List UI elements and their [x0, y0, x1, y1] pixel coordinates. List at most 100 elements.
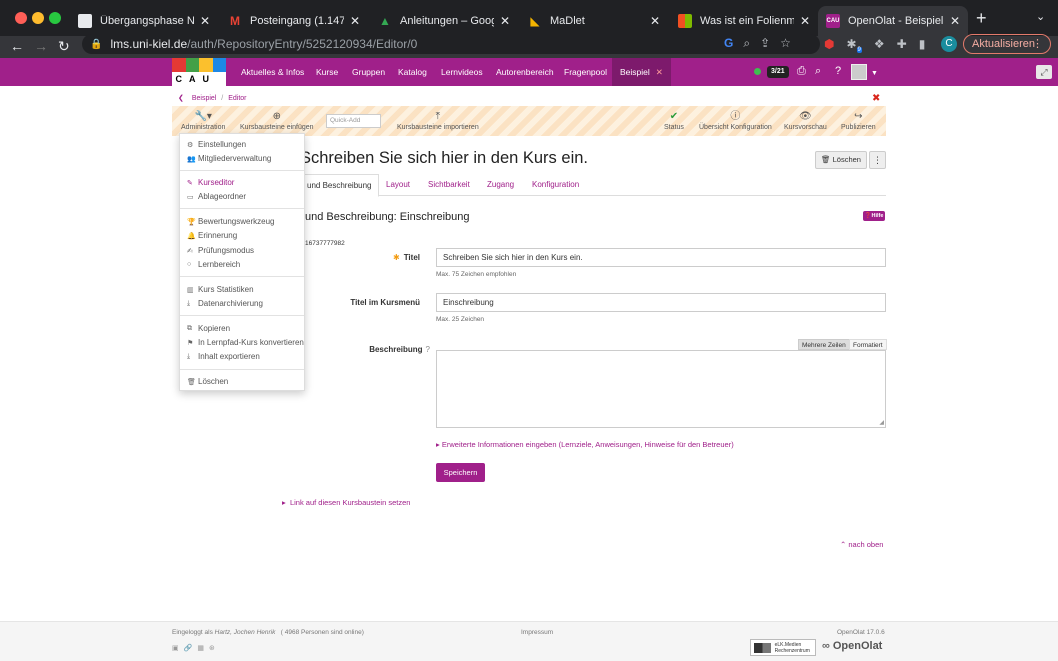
mode-formatted-button[interactable]: Formatiert	[849, 339, 887, 350]
fullscreen-icon[interactable]: ⤢	[1036, 65, 1052, 79]
forward-icon[interactable]: →	[34, 37, 48, 55]
browser-tab[interactable]: Was ist ein Folienmaster ✕	[670, 6, 818, 36]
save-button[interactable]: Speichern	[436, 463, 485, 482]
accessibility-icon[interactable]: ⊛	[209, 644, 215, 652]
extension-shield-icon[interactable]: ⬢	[824, 37, 834, 53]
browser-tab[interactable]: Übergangsphase Novem ✕	[70, 6, 218, 36]
overview-config-button[interactable]: ⓘ Übersicht Konfiguration	[699, 106, 772, 136]
menu-item-erinnerung[interactable]: 🔔 Erinnerung	[180, 229, 304, 242]
tab-zugang[interactable]: Zugang	[487, 174, 514, 196]
bookmark-star-icon[interactable]: ☆	[780, 36, 791, 51]
window-minimize-button[interactable]	[32, 12, 44, 24]
menu-item-loeschen[interactable]: 🗑 Löschen	[180, 375, 304, 388]
tab-close-icon[interactable]: ✕	[950, 14, 960, 28]
nav-lernvideos[interactable]: Lernvideos	[441, 58, 483, 86]
nav-kurse[interactable]: Kurse	[316, 58, 338, 86]
new-tab-icon[interactable]: +	[976, 9, 987, 27]
import-nodes-button[interactable]: ⤒ Kursbausteine importieren	[397, 106, 479, 136]
qr-icon[interactable]: ▦	[197, 644, 204, 652]
delete-button[interactable]: 🗑 Löschen	[815, 151, 867, 169]
menu-item-kurseditor[interactable]: ✎ Kurseditor	[180, 176, 304, 189]
menu-item-inhalt-exportieren[interactable]: ⤓ Inhalt exportieren	[180, 350, 304, 363]
sidebar-icon[interactable]: ▮	[919, 37, 926, 53]
mode-multiline-button[interactable]: Mehrere Zeilen	[798, 339, 850, 350]
menu-item-datenarchivierung[interactable]: ⤓ Datenarchivierung	[180, 297, 304, 310]
imprint-link[interactable]: Impressum	[521, 629, 553, 636]
tab-close-icon[interactable]: ✕	[800, 14, 810, 28]
nav-aktuelles[interactable]: Aktuelles & Infos	[241, 58, 304, 86]
breadcrumb-item[interactable]: Editor	[228, 95, 246, 102]
tab-layout[interactable]: Layout	[386, 174, 410, 196]
browser-tab[interactable]: ◣ MaDlet ✕	[520, 6, 668, 36]
help-icon[interactable]: ?	[835, 65, 841, 78]
tab-search-icon[interactable]: ⌄	[1036, 10, 1045, 23]
browser-tab-active[interactable]: CAU OpenOlat - Beispiel - Ku ✕	[818, 6, 968, 36]
window-zoom-button[interactable]	[49, 12, 61, 24]
administration-button[interactable]: 🔧▾ Administration	[181, 106, 225, 136]
user-name[interactable]: Hartz, Jochen Henrik	[215, 629, 276, 636]
search-icon[interactable]: ⌕	[815, 65, 821, 78]
menu-item-pruefungsmodus[interactable]: ✍ Prüfungsmodus	[180, 244, 304, 257]
help-button[interactable]: ❓Hilfe	[863, 211, 885, 221]
openolat-logo[interactable]: ∞ OpenOlat	[822, 640, 882, 652]
more-options-button[interactable]: ⋮	[869, 151, 886, 169]
zoom-icon[interactable]: ⌕	[743, 36, 750, 51]
chevron-down-icon[interactable]: ▼	[871, 67, 878, 80]
title-input[interactable]: Schreiben Sie sich hier in den Kurs ein.	[436, 248, 886, 267]
question-circle-icon[interactable]: ?	[426, 345, 430, 354]
online-count[interactable]: ( 4968 Personen sind online)	[281, 629, 364, 636]
share-icon[interactable]: ⇪	[760, 36, 770, 51]
extension-badge-icon[interactable]: ✱9	[846, 37, 862, 54]
tab-beschreibung[interactable]: und Beschreibung	[300, 174, 379, 197]
image-icon[interactable]: ▣	[172, 644, 179, 652]
google-icon[interactable]: G	[724, 36, 733, 51]
nav-katalog[interactable]: Katalog	[398, 58, 427, 86]
partner-logo[interactable]: eLK.Medien Rechenzentrum	[750, 639, 816, 656]
dropbox-icon[interactable]: ❖	[874, 37, 885, 53]
quick-add-input[interactable]: Quick-Add	[326, 114, 381, 128]
browser-tab[interactable]: M Posteingang (1.147) - cla ✕	[220, 6, 368, 36]
reload-icon[interactable]: ↻	[58, 37, 70, 55]
tab-sichtbarkeit[interactable]: Sichtbarkeit	[428, 174, 470, 196]
tab-close-icon[interactable]: ✕	[500, 14, 510, 28]
resize-handle-icon[interactable]: ◢	[879, 419, 884, 426]
back-to-top-link[interactable]: ⌃ nach oben	[840, 540, 883, 549]
menu-item-mitgliederverwaltung[interactable]: 👥 Mitgliederverwaltung	[180, 152, 304, 165]
close-course-icon[interactable]: ✕	[656, 67, 663, 77]
nav-fragenpool[interactable]: Fragenpool	[564, 58, 607, 86]
user-avatar[interactable]	[851, 64, 867, 80]
tab-close-icon[interactable]: ✕	[350, 14, 360, 28]
menu-item-kopieren[interactable]: ⧉ Kopieren	[180, 322, 304, 335]
tab-close-icon[interactable]: ✕	[200, 14, 210, 28]
description-textarea[interactable]: ◢	[436, 350, 886, 428]
menu-item-lernpfad-konvertieren[interactable]: ⚑ In Lernpfad-Kurs konvertieren	[180, 336, 304, 349]
address-bar[interactable]: 🔒 lms.uni-kiel.de/auth/RepositoryEntry/5…	[82, 34, 820, 54]
node-link[interactable]: ▸ Link auf diesen Kursbaustein setzen	[282, 498, 410, 507]
insert-nodes-button[interactable]: ⊕ Kursbausteine einfügen	[240, 106, 314, 136]
tab-konfiguration[interactable]: Konfiguration	[532, 174, 579, 196]
menu-item-bewertungswerkzeug[interactable]: 🏆 Bewertungswerkzeug	[180, 215, 304, 228]
status-button[interactable]: ✔ Status	[664, 106, 684, 136]
puzzle-icon[interactable]: ✚	[897, 37, 907, 53]
menu-item-kurs-statistiken[interactable]: ▥ Kurs Statistiken	[180, 283, 304, 296]
nav-beispiel-active[interactable]: Beispiel ✕	[612, 58, 671, 86]
close-editor-icon[interactable]: ✖	[872, 93, 880, 104]
nav-autorenbereich[interactable]: Autorenbereich	[496, 58, 554, 86]
browser-tab[interactable]: ▲ Anleitungen – Google Dr ✕	[370, 6, 518, 36]
notification-counter[interactable]: 3/21	[767, 66, 789, 78]
menu-item-lernbereich[interactable]: ○ Lernbereich	[180, 258, 304, 271]
nav-gruppen[interactable]: Gruppen	[352, 58, 385, 86]
menu-item-einstellungen[interactable]: ⚙ Einstellungen	[180, 138, 304, 151]
breadcrumb-back-icon[interactable]: ❮	[178, 95, 184, 102]
update-button[interactable]: Aktualisieren ⋮	[963, 34, 1051, 54]
menu-item-ablageordner[interactable]: ▭ Ablageordner	[180, 190, 304, 203]
course-preview-button[interactable]: 👁 Kursvorschau	[784, 106, 827, 136]
menu-title-input[interactable]: Einschreibung	[436, 293, 886, 312]
window-close-button[interactable]	[15, 12, 27, 24]
link-icon[interactable]: 🔗	[184, 644, 193, 652]
print-icon[interactable]: ⎙	[797, 65, 806, 78]
publish-button[interactable]: ↪ Publizieren	[841, 106, 876, 136]
cau-logo[interactable]: C A U	[172, 58, 226, 86]
back-icon[interactable]: ←	[10, 37, 24, 55]
profile-avatar[interactable]: C	[941, 36, 957, 52]
